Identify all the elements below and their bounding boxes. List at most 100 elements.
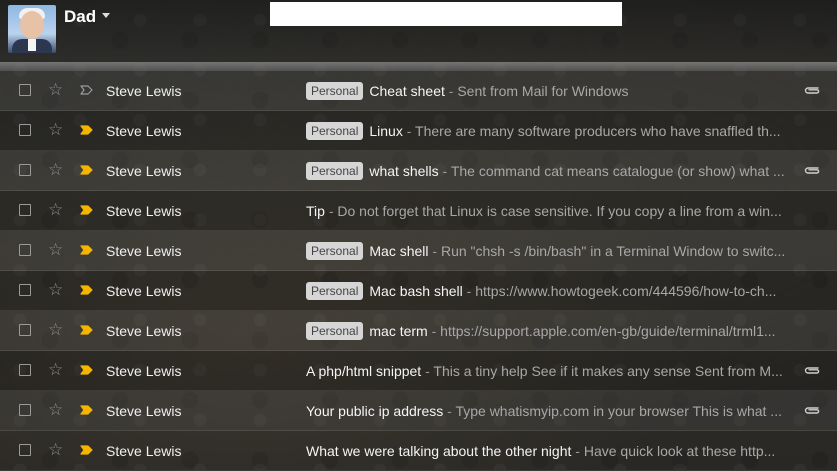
header: Dad [0,0,837,62]
email-subject: Your public ip address [306,403,444,419]
search-input[interactable] [270,2,622,26]
important-marker-icon[interactable] [80,405,93,415]
label-badge[interactable]: Personal [306,82,364,100]
sender-name: Steve Lewis [106,243,182,259]
sender-name: Steve Lewis [106,83,182,99]
email-subject: Tip [306,203,325,219]
checkbox-icon[interactable] [19,124,31,136]
email-row[interactable]: ☆ Steve Lewis Personal Cheat sheet - Sent f… [0,71,837,111]
star-icon[interactable]: ☆ [48,401,63,419]
email-snippet: Type whatismyip.com in your browser This… [455,403,782,419]
email-content[interactable]: Your public ip address - Type whatismyip… [306,401,793,421]
email-subject: A php/html snippet [306,363,422,379]
checkbox-icon[interactable] [19,324,31,336]
sender-name: Steve Lewis [106,283,182,299]
email-row[interactable]: ☆ Steve Lewis Personal Linux - There are ma… [0,111,837,151]
star-icon[interactable]: ☆ [48,281,63,299]
subject-separator: - [462,283,476,299]
sender-name: Steve Lewis [106,363,182,379]
subject-separator: - [571,443,584,459]
star-icon[interactable]: ☆ [48,361,63,379]
label-badge[interactable]: Personal [306,282,364,300]
checkbox-icon[interactable] [19,404,31,416]
important-marker-icon[interactable] [80,285,93,295]
subject-separator: - [444,83,458,99]
email-subject: Mac bash shell [369,283,463,299]
email-row[interactable]: ☆ Steve Lewis Personal Mac shell - Run "chs… [0,231,837,271]
important-marker-icon[interactable] [80,245,93,255]
email-snippet: The command cat means catalogue (or show… [450,163,785,179]
checkbox-icon[interactable] [19,364,31,376]
email-subject: Mac shell [369,243,429,259]
email-row[interactable]: ☆ Steve Lewis Personal what shells - The co… [0,151,837,191]
email-snippet: Have quick look at these http... [583,443,776,459]
email-snippet: https://support.apple.com/en-gb/guide/te… [440,323,776,339]
label-badge[interactable]: Personal [306,162,364,180]
email-list: ☆ Steve Lewis Personal Cheat sheet - Sent f… [0,71,837,471]
subject-separator: - [427,323,441,339]
checkbox-icon[interactable] [19,244,31,256]
star-icon[interactable]: ☆ [48,241,63,259]
email-content[interactable]: Personal Mac bash shell - https://www.how… [306,281,793,301]
email-content[interactable]: What we were talking about the other nig… [306,441,793,461]
paperclip-icon[interactable] [803,405,821,415]
checkbox-icon[interactable] [19,284,31,296]
important-marker-icon[interactable] [80,365,93,375]
important-marker-icon[interactable] [80,205,93,215]
star-icon[interactable]: ☆ [48,441,63,459]
important-marker-icon[interactable] [80,125,93,135]
sender-name: Steve Lewis [106,403,182,419]
checkbox-icon[interactable] [19,164,31,176]
email-snippet: https://www.howtogeek.com/444596/how-to-… [475,283,777,299]
email-content[interactable]: Personal Mac shell - Run "chsh -s /bin/ba… [306,241,793,261]
email-row[interactable]: ☆ Steve Lewis What we were talking about t… [0,431,837,471]
checkbox-icon[interactable] [19,204,31,216]
email-row[interactable]: ☆ Steve Lewis Your public ip address - Typ… [0,391,837,431]
email-content[interactable]: Tip - Do not forget that Linux is case s… [306,201,793,221]
email-subject: mac term [369,323,428,339]
star-icon[interactable]: ☆ [48,161,63,179]
email-content[interactable]: A php/html snippet - This a tiny help Se… [306,361,793,381]
star-icon[interactable]: ☆ [48,81,63,99]
paperclip-icon[interactable] [803,165,821,175]
account-name[interactable]: Dad [64,7,96,27]
subject-separator: - [438,163,451,179]
email-subject: What we were talking about the other nig… [306,443,572,459]
important-marker-icon[interactable] [80,165,93,175]
star-icon[interactable]: ☆ [48,121,63,139]
email-row[interactable]: ☆ Steve Lewis A php/html snippet - This a … [0,351,837,391]
important-marker-icon[interactable] [80,325,93,335]
subject-separator: - [428,243,441,259]
sender-name: Steve Lewis [106,323,182,339]
email-content[interactable]: Personal what shells - The command cat me… [306,161,793,181]
email-snippet: There are many software producers who ha… [415,123,781,139]
paperclip-icon[interactable] [803,85,821,95]
paperclip-icon[interactable] [803,365,821,375]
checkbox-icon[interactable] [19,84,31,96]
email-snippet: This a tiny help See if it makes any sen… [433,363,783,379]
email-row[interactable]: ☆ Steve Lewis Tip - Do not forget that Lin… [0,191,837,231]
email-row[interactable]: ☆ Steve Lewis Personal mac term - https://s… [0,311,837,351]
checkbox-icon[interactable] [19,444,31,456]
email-snippet: Run "chsh -s /bin/bash" in a Terminal Wi… [440,243,786,259]
chevron-down-icon[interactable] [102,13,110,18]
sender-name: Steve Lewis [106,443,182,459]
subject-separator: - [421,363,434,379]
star-icon[interactable]: ☆ [48,201,63,219]
email-content[interactable]: Personal Linux - There are many software … [306,121,793,141]
subject-separator: - [324,203,338,219]
email-content[interactable]: Personal mac term - https://support.apple… [306,321,793,341]
email-row[interactable]: ☆ Steve Lewis Personal Mac bash shell - htt… [0,271,837,311]
label-badge[interactable]: Personal [306,122,364,140]
avatar[interactable] [8,5,56,53]
email-content[interactable]: Personal Cheat sheet - Sent from Mail for… [306,81,793,101]
important-marker-icon[interactable] [80,85,93,95]
sender-name: Steve Lewis [106,203,182,219]
email-subject: what shells [369,163,439,179]
email-subject: Linux [369,123,403,139]
label-badge[interactable]: Personal [306,322,364,340]
important-marker-icon[interactable] [80,445,93,455]
sender-name: Steve Lewis [106,163,182,179]
label-badge[interactable]: Personal [306,242,364,260]
star-icon[interactable]: ☆ [48,321,63,339]
